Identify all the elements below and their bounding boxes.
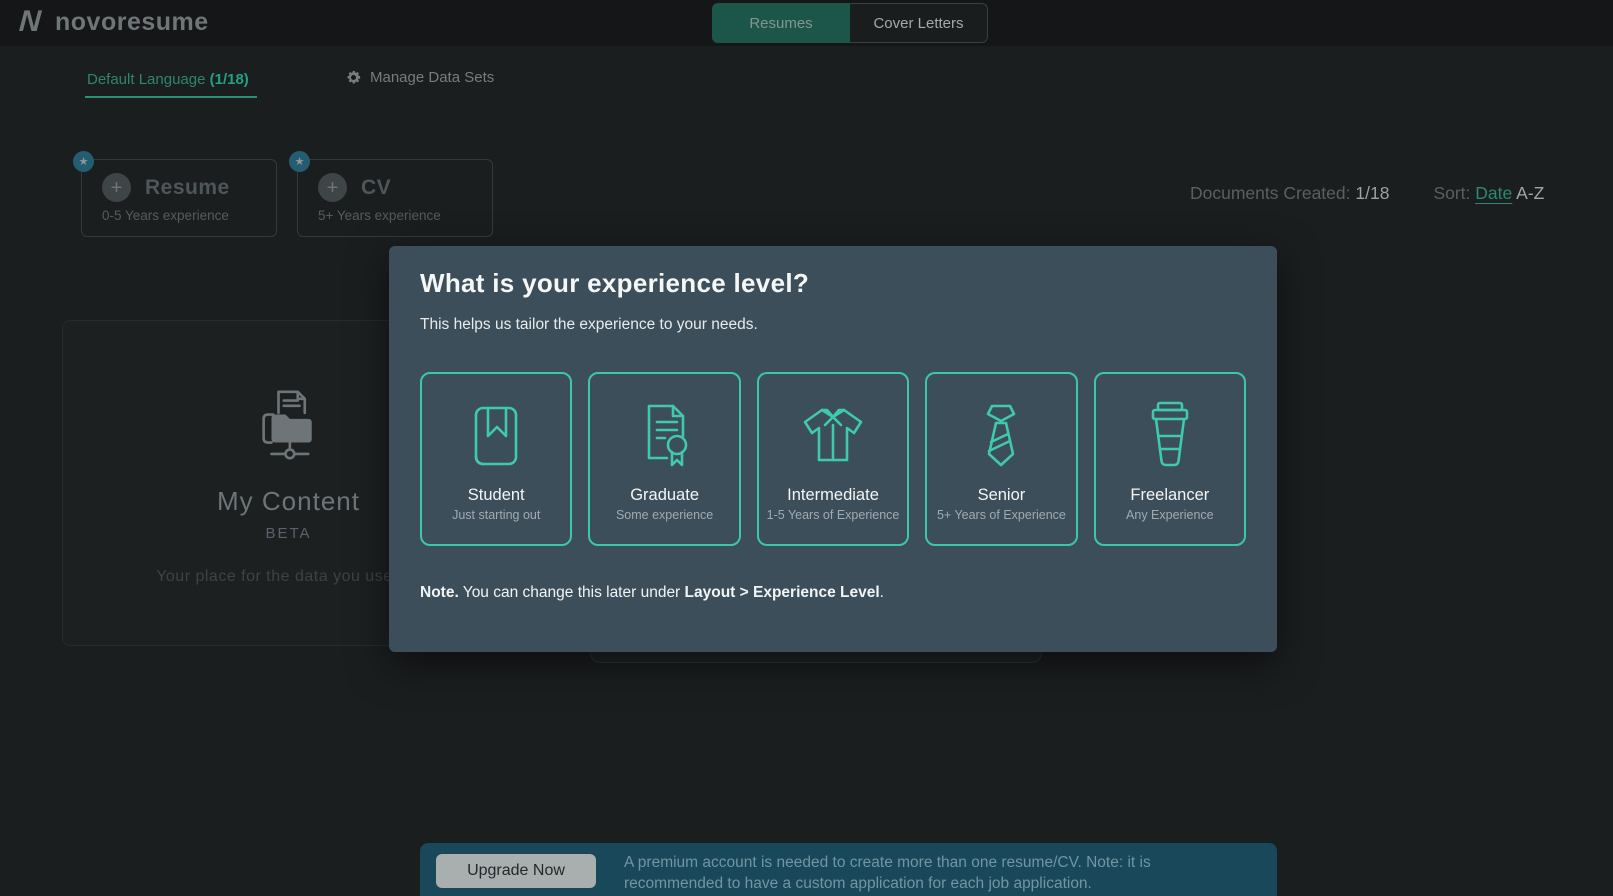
coffee-cup-icon — [1151, 401, 1189, 467]
tab-cover-letters[interactable]: Cover Letters — [850, 3, 988, 43]
tab-resumes[interactable]: Resumes — [712, 3, 850, 43]
option-sublabel: Any Experience — [1126, 508, 1214, 522]
create-cv-subtitle: 5+ Years experience — [318, 208, 441, 223]
documents-created: Documents Created: 1/18 — [1190, 183, 1389, 204]
experience-options: Student Just starting out Graduate Some … — [420, 372, 1247, 546]
documents-created-value: 1/18 — [1355, 183, 1390, 203]
option-student[interactable]: Student Just starting out — [420, 372, 573, 546]
sort-by-date-link[interactable]: Date — [1475, 183, 1512, 203]
star-badge-icon: ★ — [289, 151, 310, 172]
default-language-link[interactable]: Default Language (1/18) — [87, 71, 249, 88]
sort-by-az-link[interactable]: A-Z — [1516, 183, 1544, 203]
option-label: Student — [467, 486, 525, 504]
note-prefix: Note. — [420, 584, 459, 601]
option-sublabel: Some experience — [615, 508, 714, 522]
default-language-underline — [85, 96, 257, 98]
default-language-label: Default Language — [87, 71, 206, 88]
create-cv-card[interactable]: ★ + CV 5+ Years experience — [289, 151, 493, 237]
note-suffix: . — [879, 584, 884, 601]
note-text: You can change this later under — [458, 584, 685, 601]
option-graduate[interactable]: Graduate Some experience — [588, 372, 741, 546]
option-label: Senior — [977, 486, 1026, 504]
upgrade-now-button[interactable]: Upgrade Now — [436, 854, 596, 888]
upgrade-banner: Upgrade Now A premium account is needed … — [420, 843, 1277, 896]
document-type-tabs: Resumes Cover Letters — [712, 3, 988, 43]
book-icon — [474, 406, 518, 466]
manage-data-sets-link[interactable]: Manage Data Sets — [345, 69, 494, 86]
plus-icon: + — [318, 173, 347, 202]
documents-created-label: Documents Created: — [1190, 183, 1351, 203]
option-sublabel: Just starting out — [452, 508, 541, 522]
default-language-count: (1/18) — [209, 71, 249, 88]
diploma-icon — [647, 404, 687, 467]
create-resume-card[interactable]: ★ + Resume 0-5 Years experience — [73, 151, 277, 237]
novoresume-n-icon: N — [18, 5, 43, 38]
option-intermediate[interactable]: Intermediate 1-5 Years of Experience — [756, 372, 910, 546]
option-senior[interactable]: Senior 5+ Years of Experience — [925, 372, 1078, 546]
brand-name: novoresume — [55, 7, 209, 36]
app-root: N novoresume Resumes Cover Letters Defau… — [0, 0, 1613, 896]
manage-data-sets-label: Manage Data Sets — [370, 69, 495, 86]
brand-logo[interactable]: N novoresume — [13, 5, 209, 39]
experience-level-modal: What is your experience level? This help… — [389, 246, 1277, 652]
plus-icon: + — [102, 173, 131, 202]
shirt-icon — [803, 408, 863, 462]
option-sublabel: 1-5 Years of Experience — [766, 508, 900, 522]
tie-icon — [987, 404, 1016, 467]
option-label: Graduate — [630, 486, 699, 504]
create-cv-title: CV — [361, 175, 392, 199]
sort-label: Sort: — [1433, 183, 1471, 203]
gear-icon — [347, 70, 361, 84]
option-freelancer[interactable]: Freelancer Any Experience — [1093, 372, 1247, 546]
modal-title: What is your experience level? — [420, 268, 810, 298]
header: N novoresume Resumes Cover Letters — [0, 0, 1613, 46]
star-badge-icon: ★ — [73, 151, 94, 172]
option-sublabel: 5+ Years of Experience — [936, 508, 1066, 522]
documents-sort-row: Documents Created: 1/18 Sort: Date A-Z — [1190, 183, 1544, 204]
option-label: Intermediate — [787, 486, 879, 504]
note-bold-path: Layout > Experience Level — [684, 584, 880, 601]
option-label: Freelancer — [1130, 486, 1210, 504]
modal-note: Note. You can change this later under La… — [420, 584, 884, 602]
modal-subtitle: This helps us tailor the experience to y… — [420, 316, 758, 333]
create-resume-title: Resume — [145, 175, 230, 199]
upgrade-banner-text: A premium account is needed to create mo… — [624, 854, 1151, 892]
sort-controls: Sort: Date A-Z — [1433, 183, 1544, 204]
create-resume-subtitle: 0-5 Years experience — [102, 208, 229, 223]
